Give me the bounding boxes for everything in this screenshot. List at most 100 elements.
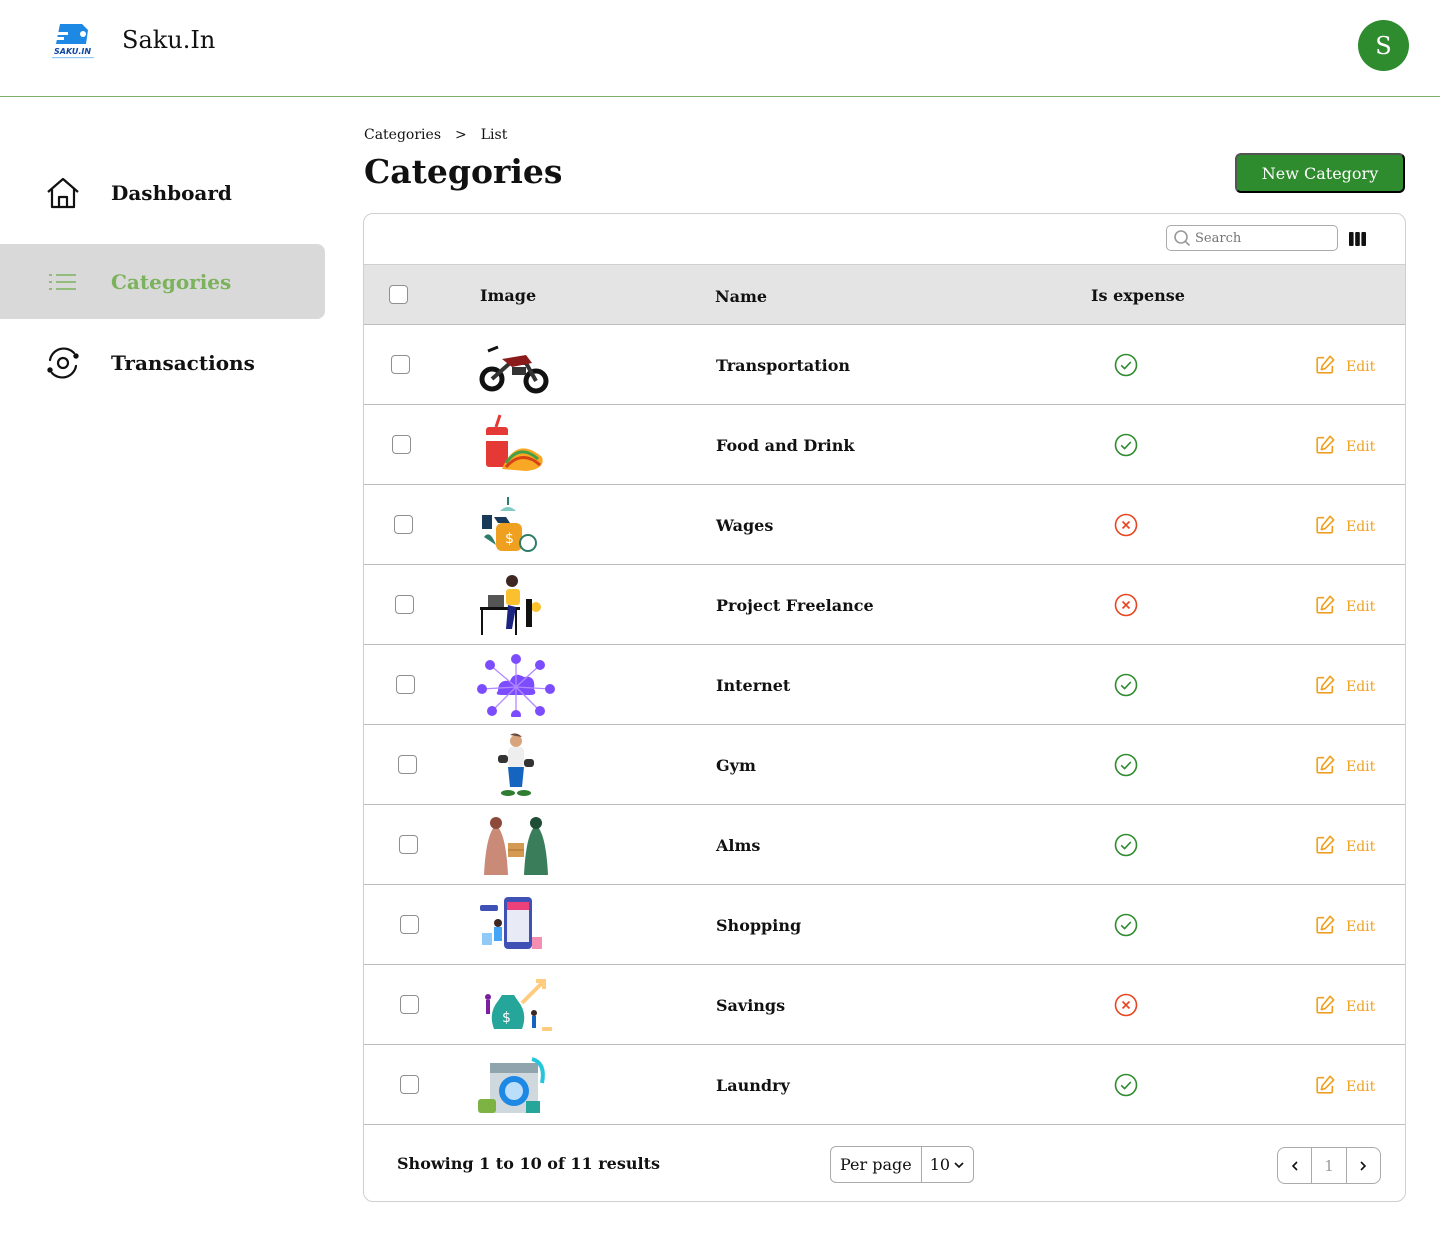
page-title: Categories <box>364 152 563 191</box>
category-name: Shopping <box>716 916 802 935</box>
sidebar-item-transactions[interactable]: Transactions <box>0 325 325 400</box>
table-row[interactable]: Shopping Edit <box>364 885 1405 965</box>
check-circle-icon <box>1114 1073 1138 1097</box>
svg-text:SAKU.IN: SAKU.IN <box>54 47 91 56</box>
table-row[interactable]: Project Freelance Edit <box>364 565 1405 645</box>
edit-icon <box>1314 594 1336 620</box>
edit-button[interactable]: Edit <box>1314 354 1375 380</box>
categories-table: Image Name Is expense Transportation Edit… <box>363 213 1406 1202</box>
column-header-name[interactable]: Name <box>715 287 767 306</box>
table-row[interactable]: Alms Edit <box>364 805 1405 885</box>
table-header: Image Name Is expense <box>364 264 1405 325</box>
svg-text:$: $ <box>505 531 514 547</box>
edit-icon <box>1314 674 1336 700</box>
edit-button[interactable]: Edit <box>1314 754 1375 780</box>
edit-icon <box>1314 994 1336 1020</box>
column-header-image[interactable]: Image <box>480 286 536 305</box>
soda-taco-illustration <box>476 413 556 477</box>
person-at-desk-illustration <box>476 573 556 637</box>
per-page-select[interactable]: Per page 10 <box>830 1146 975 1183</box>
x-circle-icon <box>1114 993 1138 1017</box>
edit-button[interactable]: Edit <box>1314 914 1375 940</box>
category-name: Wages <box>716 516 774 535</box>
check-circle-icon <box>1114 673 1138 697</box>
row-checkbox[interactable] <box>398 835 418 854</box>
row-checkbox[interactable] <box>400 995 420 1014</box>
sidebar-item-dashboard[interactable]: Dashboard <box>0 155 325 230</box>
man-dumbbells-illustration <box>476 733 556 797</box>
money-bag-clock-illustration: $ <box>476 493 556 557</box>
category-name: Laundry <box>716 1076 790 1095</box>
row-checkbox[interactable] <box>391 355 410 374</box>
table-row[interactable]: Food and Drink Edit <box>364 405 1405 485</box>
edit-label: Edit <box>1346 519 1376 535</box>
edit-icon <box>1314 434 1336 460</box>
table-row[interactable]: $ Wages Edit <box>364 485 1405 565</box>
edit-icon <box>1314 914 1336 940</box>
edit-label: Edit <box>1346 599 1376 615</box>
category-name: Internet <box>716 676 791 695</box>
chevron-right-icon <box>1360 1160 1367 1171</box>
breadcrumb-parent-link[interactable]: Categories <box>364 127 441 143</box>
row-checkbox[interactable] <box>397 755 417 774</box>
category-name: Transportation <box>716 356 850 375</box>
row-checkbox[interactable] <box>393 515 413 534</box>
edit-button[interactable]: Edit <box>1314 994 1375 1020</box>
edit-button[interactable]: Edit <box>1314 1074 1375 1100</box>
edit-button[interactable]: Edit <box>1314 674 1375 700</box>
edit-button[interactable]: Edit <box>1314 594 1375 620</box>
breadcrumb-separator: > <box>455 127 467 143</box>
columns-toggle-icon[interactable] <box>1349 231 1366 246</box>
search-input[interactable] <box>1195 230 1325 246</box>
per-page-value: 10 <box>929 1155 951 1174</box>
search-icon <box>1173 229 1191 247</box>
table-row[interactable]: Gym Edit <box>364 725 1405 805</box>
edit-label: Edit <box>1346 439 1376 455</box>
edit-label: Edit <box>1346 359 1376 375</box>
row-checkbox[interactable] <box>400 915 420 934</box>
edit-label: Edit <box>1346 919 1376 935</box>
table-row[interactable]: Transportation Edit <box>364 325 1405 405</box>
motorbike-illustration <box>476 333 556 397</box>
new-category-button[interactable]: New Category <box>1235 153 1405 193</box>
select-all-checkbox[interactable] <box>389 285 408 304</box>
row-checkbox[interactable] <box>394 595 414 614</box>
breadcrumb: Categories > List <box>364 127 507 143</box>
brand-name: Saku.In <box>122 26 216 54</box>
check-circle-icon <box>1114 433 1138 457</box>
row-checkbox[interactable] <box>396 675 416 694</box>
category-name: Savings <box>716 996 786 1015</box>
edit-button[interactable]: Edit <box>1314 834 1375 860</box>
sidebar-item-categories[interactable]: Categories <box>0 244 325 319</box>
cloud-network-illustration <box>476 653 556 720</box>
edit-icon <box>1314 354 1336 380</box>
user-avatar[interactable]: S <box>1358 20 1409 71</box>
edit-button[interactable]: Edit <box>1314 434 1375 460</box>
category-name: Food and Drink <box>716 436 855 455</box>
svg-text:$: $ <box>502 1010 511 1026</box>
table-row[interactable]: Laundry Edit <box>364 1045 1405 1125</box>
table-row[interactable]: Internet Edit <box>364 645 1405 725</box>
category-name: Gym <box>716 756 756 775</box>
search-box[interactable] <box>1166 225 1338 251</box>
edit-button[interactable]: Edit <box>1314 514 1375 540</box>
per-page-dropdown[interactable]: 10 <box>922 1155 973 1174</box>
table-row[interactable]: $ Savings Edit <box>364 965 1405 1045</box>
previous-page-button[interactable] <box>1278 1148 1311 1183</box>
edit-label: Edit <box>1346 1079 1376 1095</box>
brand-logo[interactable]: SAKU.IN <box>50 20 96 62</box>
sidebar-item-label: Categories <box>111 269 232 294</box>
check-circle-icon <box>1114 833 1138 857</box>
table-footer: Showing 1 to 10 of 11 results Per page 1… <box>364 1125 1405 1201</box>
next-page-button[interactable] <box>1347 1148 1380 1183</box>
page-number-button[interactable]: 1 <box>1311 1148 1347 1183</box>
edit-label: Edit <box>1346 839 1376 855</box>
sidebar-item-label: Transactions <box>111 350 255 375</box>
row-checkbox[interactable] <box>392 435 412 454</box>
list-icon <box>44 263 82 301</box>
column-header-is-expense[interactable]: Is expense <box>1091 286 1185 305</box>
check-circle-icon <box>1114 353 1138 377</box>
check-circle-icon <box>1114 753 1138 777</box>
sidebar-item-label: Dashboard <box>111 180 232 205</box>
row-checkbox[interactable] <box>400 1075 420 1094</box>
